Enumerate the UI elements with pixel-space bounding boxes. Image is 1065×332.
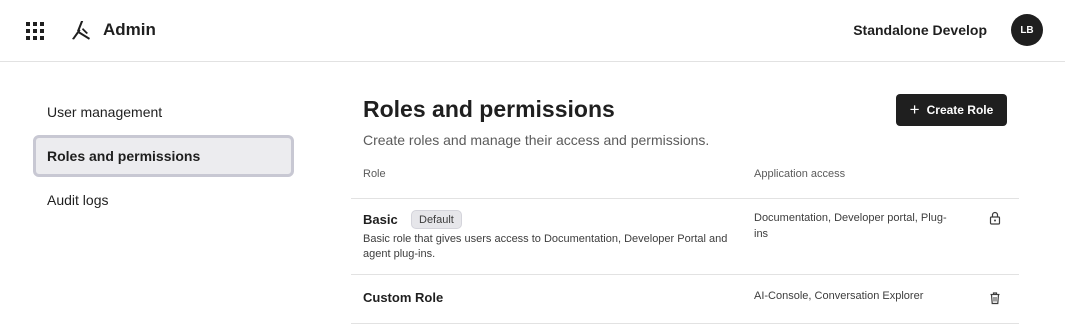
role-description: Basic role that gives users access to Do… — [363, 233, 728, 260]
sidebar-item-audit-logs[interactable]: Audit logs — [33, 179, 294, 221]
grid-apps-icon[interactable] — [26, 22, 44, 40]
create-role-button[interactable]: + Create Role — [896, 94, 1007, 126]
sidebar-item-label: User management — [47, 104, 163, 120]
column-header-application-access[interactable]: Application access — [754, 168, 845, 180]
top-bar: Admin Standalone Develop LB — [0, 0, 1065, 62]
role-name: Basic — [363, 212, 398, 227]
page-title: Roles and permissions — [363, 96, 615, 122]
create-role-label: Create Role — [926, 103, 994, 117]
column-header-role[interactable]: Role — [363, 168, 386, 180]
table-divider — [351, 323, 1019, 324]
lock-icon — [989, 211, 1001, 225]
brand-logo-icon — [72, 21, 90, 40]
user-avatar[interactable]: LB — [1011, 14, 1043, 46]
sidebar-item-label: Audit logs — [47, 192, 109, 208]
plus-icon: + — [909, 99, 920, 119]
sidebar-item-user-management[interactable]: User management — [33, 91, 294, 133]
role-application-access: AI-Console, Conversation Explorer — [754, 290, 924, 302]
sidebar-item-roles-and-permissions[interactable]: Roles and permissions — [33, 135, 294, 177]
default-badge: Default — [411, 210, 462, 229]
org-switcher[interactable]: Standalone Develop — [853, 22, 987, 38]
app-title: Admin — [103, 20, 156, 39]
role-name: Custom Role — [363, 290, 444, 305]
table-divider — [351, 274, 1019, 275]
page-subtitle: Create roles and manage their access and… — [363, 132, 710, 148]
role-application-access: Documentation, Developer portal, Plug-in… — [754, 212, 947, 240]
table-divider — [351, 198, 1019, 199]
sidebar-item-label: Roles and permissions — [47, 148, 201, 164]
trash-icon[interactable] — [988, 291, 1002, 305]
